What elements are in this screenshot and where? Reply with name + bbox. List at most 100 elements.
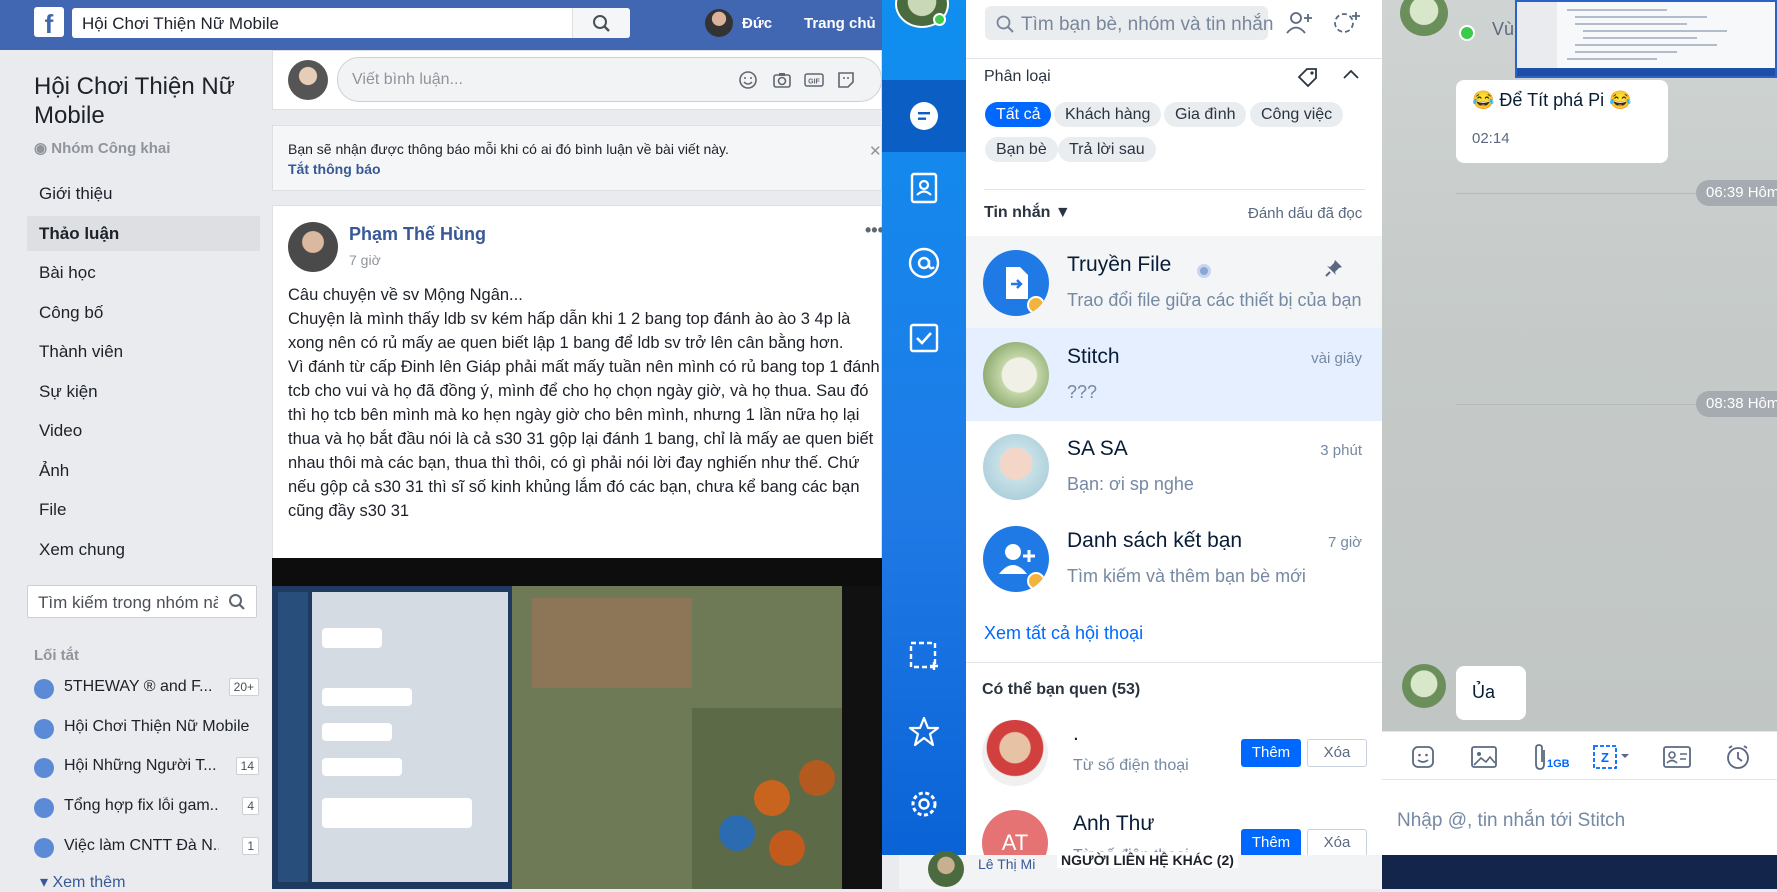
zalo-search-box[interactable]: Tìm bạn bè, nhóm và tin nhắn [985,6,1273,40]
see-more-link[interactable]: ▾ Xem thêm [40,872,125,892]
message-input-placeholder: Nhập @, tin nhắn tới Stitch [1397,810,1626,831]
facebook-user-avatar[interactable] [705,9,733,37]
conversation-item[interactable]: Danh sách kết bạn 7 giờ Tìm kiếm và thêm… [966,512,1382,605]
suggestions-heading: Có thể bạn quen (53) [982,681,1141,698]
group-search-box[interactable]: Tìm kiếm trong nhóm này [27,585,257,618]
screenshot-icon[interactable]: Z [1592,744,1632,770]
group-nav-events[interactable]: Sự kiện [27,374,260,409]
tag-settings-icon[interactable] [1296,66,1320,88]
comment-input[interactable]: Viết bình luận... GIF [337,57,882,102]
shortcut-label: Hội Những Người T... [64,757,217,774]
contact-card-icon[interactable] [1662,744,1692,770]
facebook-logo-icon[interactable]: f [34,7,64,37]
filter-chip-all[interactable]: Tất cả [985,102,1052,127]
filter-chip-family[interactable]: Gia đình [1164,102,1247,127]
add-friend-icon[interactable] [1284,8,1314,38]
post-author-name[interactable]: Phạm Thế Hùng [349,224,486,245]
rail-favorites-button[interactable] [882,696,966,768]
conversation-item[interactable]: SA SA 3 phút Bạn: ơi sp nghe [966,420,1382,513]
sticker-icon[interactable] [836,70,856,90]
rail-contacts-button[interactable] [882,152,966,224]
group-nav-lessons[interactable]: Bài học [27,255,260,290]
group-search-input[interactable]: Tìm kiếm trong nhóm này [38,593,218,613]
shortcut-item[interactable]: Việc làm CNTT Đà N... 1 [34,833,259,869]
emoji-icon[interactable] [738,70,758,90]
rail-settings-button[interactable] [882,768,966,840]
facebook-search-button[interactable] [572,8,630,38]
code-preview-image [1517,2,1775,76]
conversation-item[interactable]: Truyền File Trao đổi file giữa các thiết… [966,236,1382,329]
group-nav-files[interactable]: File [27,492,260,527]
conversation-name: Danh sách kết bạn [1067,529,1243,552]
gif-icon[interactable]: GIF [804,70,824,90]
notification-info-box: Bạn sẽ nhận được thông báo mỗi khi có ai… [272,125,882,191]
avatar [288,60,328,100]
add-friend-button[interactable]: Thêm [1241,829,1301,855]
group-nav-video[interactable]: Video [27,413,260,448]
shortcut-item[interactable]: Hội Chơi Thiện Nữ Mobile [34,714,259,750]
group-nav-announcements[interactable]: Công bố [27,295,260,330]
mark-all-read-link[interactable]: Đánh dấu đã đọc [1248,205,1362,222]
facebook-search-input[interactable]: Hội Chơi Thiện Nữ Mobile [82,14,279,34]
caret-down-icon: ▾ [40,874,53,891]
group-nav-watch-party[interactable]: Xem chung [27,532,260,567]
group-nav-members[interactable]: Thành viên [27,334,260,369]
post-author-avatar[interactable] [288,222,338,272]
group-icon [34,679,54,699]
group-nav-about[interactable]: Giới thiệu [27,176,260,211]
conversation-item[interactable]: Stitch vài giây ??? [966,328,1382,421]
code-editor-thumbnail[interactable] [1515,0,1777,78]
search-icon [229,594,245,610]
group-nav-photos[interactable]: Ảnh [27,453,260,488]
shortcut-item[interactable]: 5THEWAY ® and F... 20+ [34,674,259,710]
filter-chip-reply-later[interactable]: Trả lời sau [1058,137,1156,162]
see-all-conversations-link[interactable]: Xem tất cả hội thoại [984,623,1143,644]
date-separator: 06:39 Hôm [1696,180,1777,206]
conversation-name: SA SA [1067,437,1128,460]
camera-icon[interactable] [772,70,792,90]
message-bubble[interactable]: Ủa [1456,666,1526,720]
dismiss-suggestion-button[interactable]: Xóa [1307,829,1367,855]
message-input[interactable]: Nhập @, tin nhắn tới Stitch [1382,779,1777,855]
post-body-text: Câu chuyện về sv Mộng Ngân... Chuyện là … [288,286,880,520]
pin-icon[interactable] [1324,258,1344,278]
filter-chip-friends[interactable]: Bạn bè [985,137,1058,162]
post-timestamp[interactable]: 7 giờ [349,252,381,268]
facebook-home-link[interactable]: Trang chủ [804,15,876,32]
messages-filter-dropdown[interactable]: Tin nhắn ▼ [984,204,1071,222]
conversation-preview: Trao đổi file giữa các thiết bị của bạn [1067,290,1362,310]
search-icon [996,15,1014,33]
suggestion-source: Từ số điện thoại [1073,757,1189,774]
filter-chip-customers[interactable]: Khách hàng [1054,102,1162,127]
image-icon[interactable] [1470,744,1498,770]
dismiss-suggestion-button[interactable]: Xóa [1307,739,1367,767]
facebook-search-box[interactable]: Hội Chơi Thiện Nữ Mobile [72,8,630,38]
facebook-user-name[interactable]: Đức [742,15,772,32]
post-image-game-screenshot[interactable] [272,558,882,889]
rail-mentions-button[interactable] [882,227,966,299]
sticker-icon[interactable] [1410,744,1436,770]
filter-chip-work[interactable]: Công việc [1250,102,1344,127]
group-title[interactable]: Hội Chơi Thiện Nữ Mobile [34,72,259,130]
sender-avatar[interactable] [1402,664,1446,708]
create-group-icon[interactable] [1330,8,1362,38]
rail-messages-button[interactable] [882,80,966,152]
friend-suggestion: . Từ số điện thoại Thêm Xóa [966,714,1382,804]
chevron-up-icon[interactable] [1341,66,1361,82]
rail-screenshot-button[interactable] [882,620,966,692]
shortcut-item[interactable]: Tổng hợp fix lỗi gam... 4 [34,793,259,829]
group-icon [34,838,54,858]
date-separator: 08:38 Hôm [1696,391,1777,417]
turn-off-notifications-link[interactable]: Tắt thông báo [288,161,381,177]
divider [966,662,1382,663]
group-nav-discussion[interactable]: Thảo luận [27,216,260,251]
contact-name[interactable]: Lê Thị Mi [978,856,1035,872]
add-friend-button[interactable]: Thêm [1241,739,1301,767]
reminder-clock-icon[interactable] [1724,743,1752,771]
screenshot-crop-icon [909,641,938,670]
shortcut-item[interactable]: Hội Những Người T... 14 [34,753,259,789]
zalo-search-input[interactable]: Tìm bạn bè, nhóm và tin nhắn [1021,14,1273,36]
message-bubble[interactable]: 😂 Để Tít phá Pi 😂 02:14 [1456,80,1668,163]
close-icon[interactable]: ✕ [869,142,882,160]
rail-todo-button[interactable] [882,302,966,374]
